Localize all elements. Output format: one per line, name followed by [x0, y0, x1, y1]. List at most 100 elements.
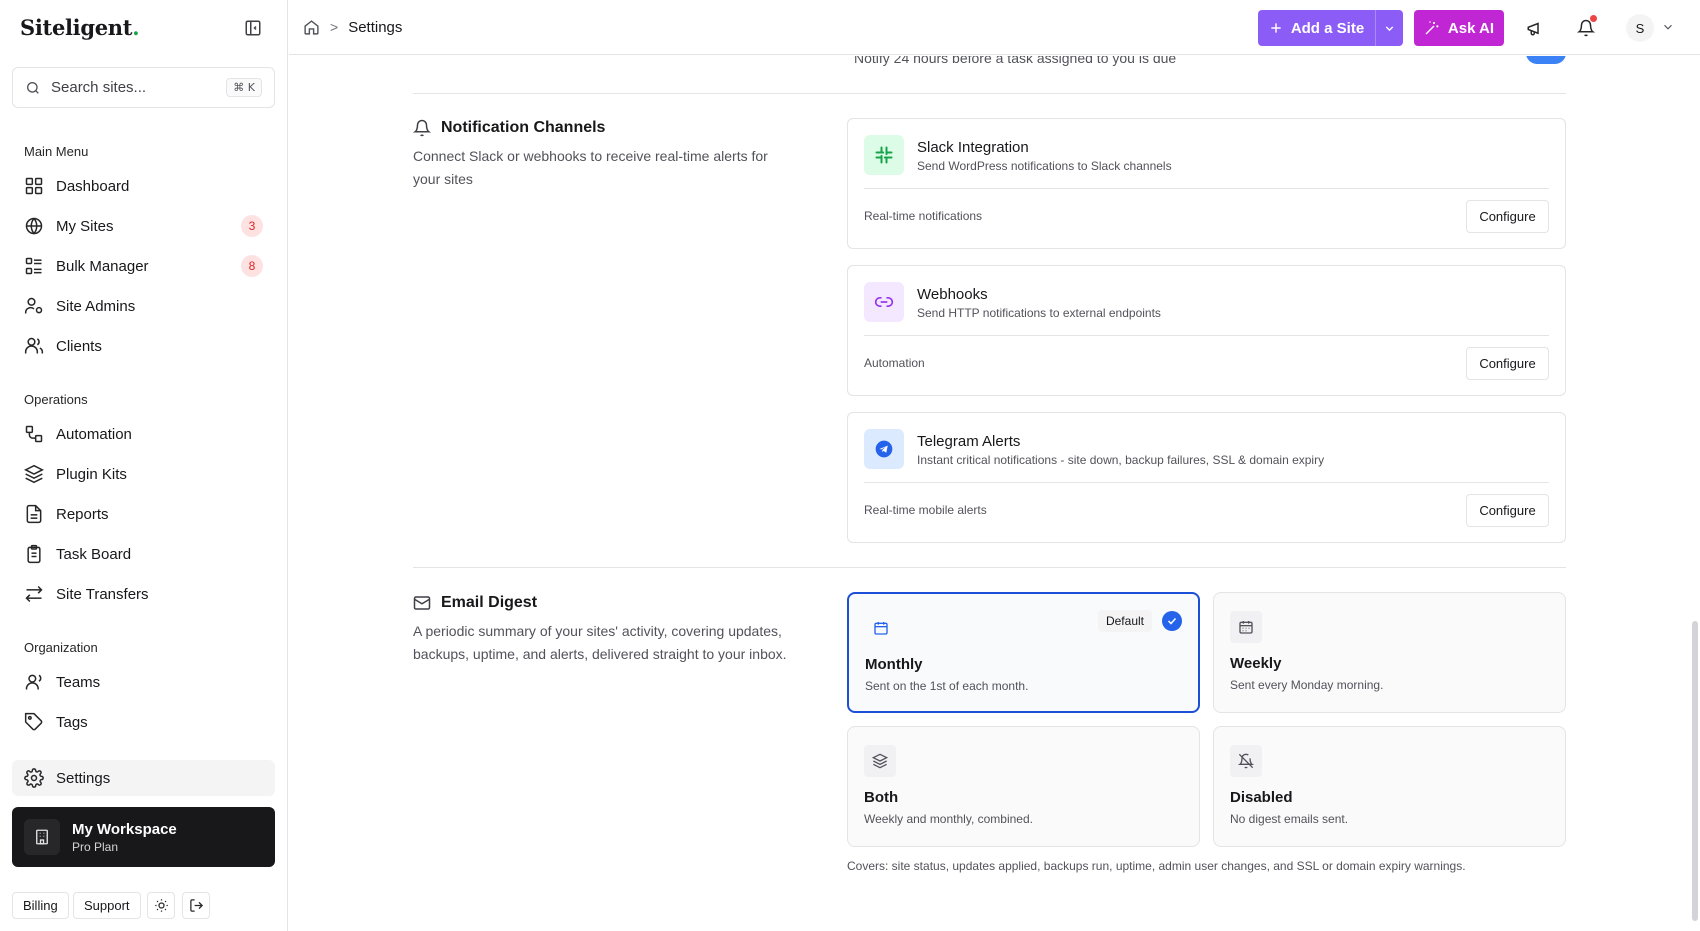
section-divider — [413, 93, 1566, 94]
digest-subtitle: No digest emails sent. — [1230, 812, 1349, 826]
check-icon — [1162, 611, 1182, 631]
settings-content: Notify 24 hours before a task assigned t… — [289, 56, 1700, 931]
logout-icon — [189, 899, 203, 912]
breadcrumb-separator: > — [330, 19, 339, 35]
sidebar-item-site-transfers[interactable]: Site Transfers — [12, 576, 275, 612]
task-due-toggle[interactable] — [1526, 56, 1566, 64]
billing-button[interactable]: Billing — [12, 892, 69, 919]
sidebar-item-site-admins[interactable]: Site Admins — [12, 288, 275, 324]
channel-card-webhooks: Webhooks Send HTTP notifications to exte… — [847, 265, 1566, 396]
sidebar-item-label: Tags — [56, 713, 88, 731]
channel-title: Webhooks — [917, 286, 988, 303]
breadcrumb: > Settings — [303, 19, 402, 36]
sidebar-item-reports[interactable]: Reports — [12, 496, 275, 532]
default-badge: Default — [1097, 610, 1152, 632]
sidebar-item-dashboard[interactable]: Dashboard — [12, 168, 275, 204]
sidebar-item-settings[interactable]: Settings — [12, 760, 275, 796]
channel-footer: Real-time mobile alerts — [864, 503, 987, 517]
digest-option-both[interactable]: Both Weekly and monthly, combined. — [847, 726, 1200, 847]
add-site-label: Add a Site — [1290, 19, 1365, 37]
calendar-grid-icon — [1230, 611, 1262, 643]
configure-webhooks-button[interactable]: Configure — [1466, 347, 1549, 380]
sidebar-item-label: Site Transfers — [56, 585, 149, 603]
sidebar-item-label: Clients — [56, 337, 102, 355]
arrows-icon — [25, 585, 43, 603]
sidebar-item-task-board[interactable]: Task Board — [12, 536, 275, 572]
organization-label: Organization — [24, 640, 98, 655]
search-input[interactable]: Search sites... ⌘ K — [12, 67, 275, 108]
search-placeholder: Search sites... — [51, 79, 147, 96]
workflow-icon — [25, 425, 43, 443]
file-icon — [26, 504, 42, 524]
main-menu-label: Main Menu — [24, 144, 89, 159]
workspace-switcher[interactable]: My Workspace Pro Plan — [12, 807, 275, 867]
digest-option-monthly[interactable]: Default Monthly Sent on the 1st of each … — [847, 592, 1200, 713]
add-site-dropdown-button[interactable] — [1375, 10, 1403, 46]
section-description: A periodic summary of your sites' activi… — [413, 623, 787, 662]
globe-icon — [25, 217, 43, 235]
notification-channels-heading: Notification Channels — [413, 119, 605, 137]
sidebar-item-plugin-kits[interactable]: Plugin Kits — [12, 456, 275, 492]
sidebar-item-teams[interactable]: Teams — [12, 664, 275, 700]
bell-icon — [413, 119, 431, 137]
sidebar-item-automation[interactable]: Automation — [12, 416, 275, 452]
building-icon — [24, 819, 60, 855]
scrollbar[interactable] — [1692, 621, 1698, 921]
notification-dot — [1590, 15, 1597, 22]
plus-icon — [1271, 23, 1281, 33]
channel-card-telegram: Telegram Alerts Instant critical notific… — [847, 412, 1566, 543]
sidebar-collapse-icon[interactable] — [239, 14, 267, 42]
sidebar-item-tags[interactable]: Tags — [12, 704, 275, 740]
sidebar-item-clients[interactable]: Clients — [12, 328, 275, 364]
sidebar-item-bulk-manager[interactable]: Bulk Manager 8 — [12, 248, 275, 284]
logout-button[interactable] — [182, 892, 210, 919]
avatar[interactable]: S — [1626, 14, 1654, 42]
channel-card-slack: Slack Integration Send WordPress notific… — [847, 118, 1566, 249]
layers-icon — [864, 745, 896, 777]
slack-icon — [864, 135, 904, 175]
configure-slack-button[interactable]: Configure — [1466, 200, 1549, 233]
sidebar-item-my-sites[interactable]: My Sites 3 — [12, 208, 275, 244]
add-site-button-group: Add a Site — [1258, 10, 1403, 46]
announcements-button[interactable] — [1521, 14, 1549, 42]
card-divider — [864, 188, 1549, 189]
card-divider — [864, 335, 1549, 336]
channel-subtitle: Send HTTP notifications to external endp… — [917, 306, 1161, 320]
bell-off-icon — [1230, 745, 1262, 777]
section-title: Email Digest — [441, 594, 538, 611]
sidebar-item-label: Automation — [56, 425, 132, 443]
channel-title: Slack Integration — [917, 139, 1029, 156]
sidebar: Siteligent. Search sites... ⌘ K Main Men… — [0, 0, 288, 931]
channel-subtitle: Instant critical notifications - site do… — [917, 453, 1325, 467]
digest-title: Weekly — [1230, 655, 1282, 672]
support-button[interactable]: Support — [73, 892, 141, 919]
configure-telegram-button[interactable]: Configure — [1466, 494, 1549, 527]
telegram-icon — [864, 429, 904, 469]
clipboard-icon — [27, 544, 41, 564]
section-divider — [413, 567, 1566, 568]
mail-icon — [413, 596, 431, 610]
channel-title: Telegram Alerts — [917, 433, 1021, 450]
notifications-button[interactable] — [1572, 14, 1600, 42]
digest-option-disabled[interactable]: Disabled No digest emails sent. — [1213, 726, 1566, 847]
count-badge: 8 — [241, 255, 263, 277]
digest-option-weekly[interactable]: Weekly Sent every Monday morning. — [1213, 592, 1566, 713]
digest-coverage-note: Covers: site status, updates applied, ba… — [847, 859, 1466, 873]
ask-ai-button[interactable]: Ask AI — [1414, 10, 1504, 46]
add-site-button[interactable]: Add a Site — [1258, 10, 1375, 46]
magic-wand-icon — [1425, 21, 1439, 35]
theme-toggle-button[interactable] — [147, 892, 175, 919]
sidebar-item-label: Site Admins — [56, 297, 136, 315]
chevron-down-icon[interactable] — [1661, 20, 1675, 39]
sidebar-item-label: Plugin Kits — [56, 465, 127, 483]
task-due-notification-text: Notify 24 hours before a task assigned t… — [854, 56, 1177, 66]
breadcrumb-current: Settings — [348, 18, 403, 36]
sidebar-item-label: My Sites — [56, 217, 114, 235]
home-icon[interactable] — [303, 19, 320, 36]
operations-label: Operations — [24, 392, 88, 407]
logo[interactable]: Siteligent. — [20, 15, 140, 40]
workspace-plan: Pro Plan — [72, 839, 119, 854]
megaphone-icon — [1527, 22, 1539, 36]
sidebar-header: Siteligent. — [0, 0, 287, 55]
users-icon — [24, 337, 44, 354]
